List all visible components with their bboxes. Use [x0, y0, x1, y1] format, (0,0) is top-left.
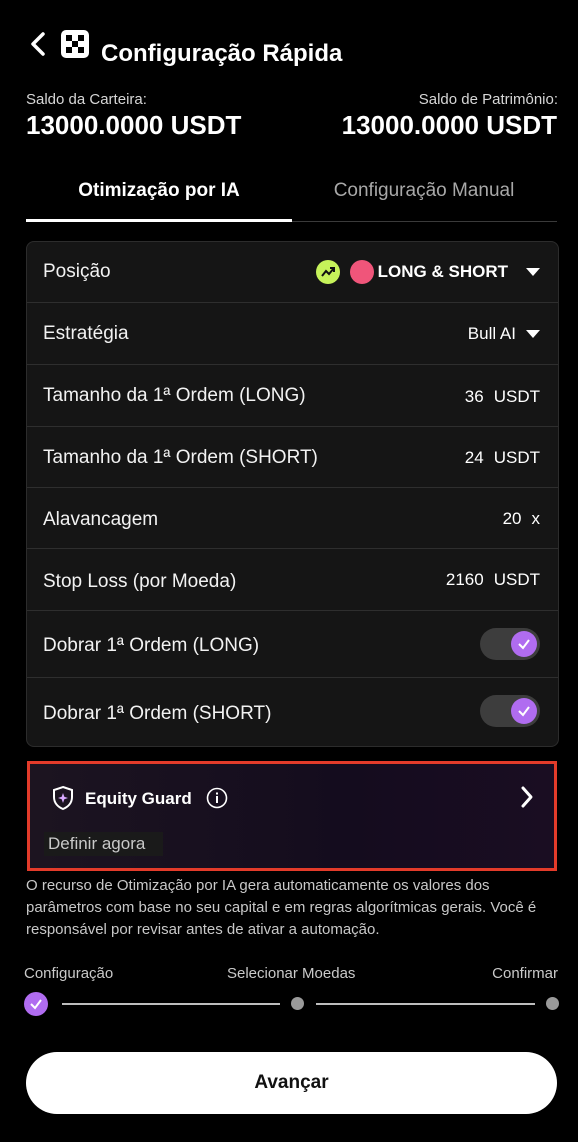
position-label: Posição [43, 261, 111, 282]
leverage-input[interactable]: 20 x [503, 509, 540, 529]
step-label-config: Configuração [24, 965, 114, 982]
caret-down-icon [526, 330, 540, 338]
double-short-row: Dobrar 1ª Ordem (SHORT) [27, 678, 558, 746]
strategy-selector[interactable]: Bull AI [468, 324, 540, 344]
equity-balance-label: Saldo de Patrimônio: [418, 91, 558, 108]
stop-loss-unit: USDT [493, 570, 540, 589]
settings-card: Posição LONG & SHORT Estratégia Bull AI … [26, 241, 559, 747]
strategy-row[interactable]: Estratégia Bull AI [27, 303, 558, 365]
tab-divider [292, 221, 557, 222]
info-icon[interactable] [206, 787, 228, 814]
stop-loss-amount: 2160 [445, 570, 484, 589]
shield-icon [51, 785, 75, 816]
double-short-label: Dobrar 1ª Ordem (SHORT) [43, 703, 272, 724]
equity-guard-card[interactable]: Equity Guard Definir agora [27, 761, 557, 871]
position-value: LONG & SHORT [377, 262, 508, 281]
equity-guard-title: Equity Guard [85, 789, 192, 808]
check-icon [511, 631, 537, 657]
strategy-label: Estratégia [43, 323, 129, 344]
first-order-long-unit: USDT [493, 387, 540, 406]
stop-loss-input[interactable]: 2160 USDT [446, 570, 540, 590]
leverage-unit: x [531, 509, 541, 528]
equity-balance-value: 13000.0000 USDT [341, 110, 557, 140]
leverage-row[interactable]: Alavancagem 20 x [27, 488, 558, 549]
leverage-label: Alavancagem [43, 509, 159, 530]
long-trend-icon [315, 260, 340, 284]
first-order-long-input[interactable]: 36 USDT [465, 387, 540, 407]
short-trend-icon [349, 260, 374, 284]
tab-manual-config[interactable]: Configuração Manual [291, 180, 557, 202]
stop-loss-row[interactable]: Stop Loss (por Moeda) 2160 USDT [27, 549, 558, 611]
strategy-value: Bull AI [467, 324, 516, 343]
position-selector[interactable]: LONG & SHORT [315, 260, 540, 284]
active-tab-indicator [26, 219, 292, 222]
ai-disclaimer-note: O recurso de Otimização por IA gera auto… [26, 877, 537, 938]
page-title: Configuração Rápida [101, 40, 343, 67]
double-short-toggle[interactable] [480, 695, 540, 727]
first-order-long-row[interactable]: Tamanho da 1ª Ordem (LONG) 36 USDT [27, 365, 558, 427]
step-label-confirm: Confirmar [492, 965, 558, 982]
position-row[interactable]: Posição LONG & SHORT [27, 242, 558, 303]
first-order-long-label: Tamanho da 1ª Ordem (LONG) [43, 385, 306, 406]
equity-guard-subtitle[interactable]: Definir agora [44, 832, 164, 856]
wallet-balance-label: Saldo da Carteira: [26, 91, 147, 108]
chevron-left-icon[interactable] [28, 30, 48, 58]
step-label-select-coins: Selecionar Moedas [227, 965, 356, 982]
step-connector [316, 1003, 535, 1005]
step-dot-confirm [546, 997, 559, 1010]
double-long-toggle[interactable] [480, 628, 540, 660]
first-order-short-unit: USDT [493, 448, 540, 467]
stop-loss-label: Stop Loss (por Moeda) [43, 571, 237, 592]
check-icon [511, 698, 537, 724]
double-long-row: Dobrar 1ª Ordem (LONG) [27, 611, 558, 678]
first-order-short-row[interactable]: Tamanho da 1ª Ordem (SHORT) 24 USDT [27, 427, 558, 488]
first-order-short-input[interactable]: 24 USDT [465, 448, 540, 468]
caret-down-icon [526, 268, 540, 276]
first-order-short-label: Tamanho da 1ª Ordem (SHORT) [43, 447, 318, 468]
double-long-label: Dobrar 1ª Ordem (LONG) [43, 635, 260, 656]
next-button[interactable]: Avançar [26, 1052, 557, 1114]
step-connector [62, 1003, 280, 1005]
first-order-short-amount: 24 [464, 448, 484, 467]
step-check-icon [24, 992, 48, 1016]
step-dot-select-coins [291, 997, 304, 1010]
dice-grid-icon [61, 30, 89, 58]
tab-ai-optimization[interactable]: Otimização por IA [27, 180, 291, 202]
first-order-long-amount: 36 [464, 387, 484, 406]
chevron-right-icon[interactable] [520, 785, 534, 814]
wallet-balance-value: 13000.0000 USDT [26, 110, 242, 140]
leverage-amount: 20 [502, 509, 522, 528]
